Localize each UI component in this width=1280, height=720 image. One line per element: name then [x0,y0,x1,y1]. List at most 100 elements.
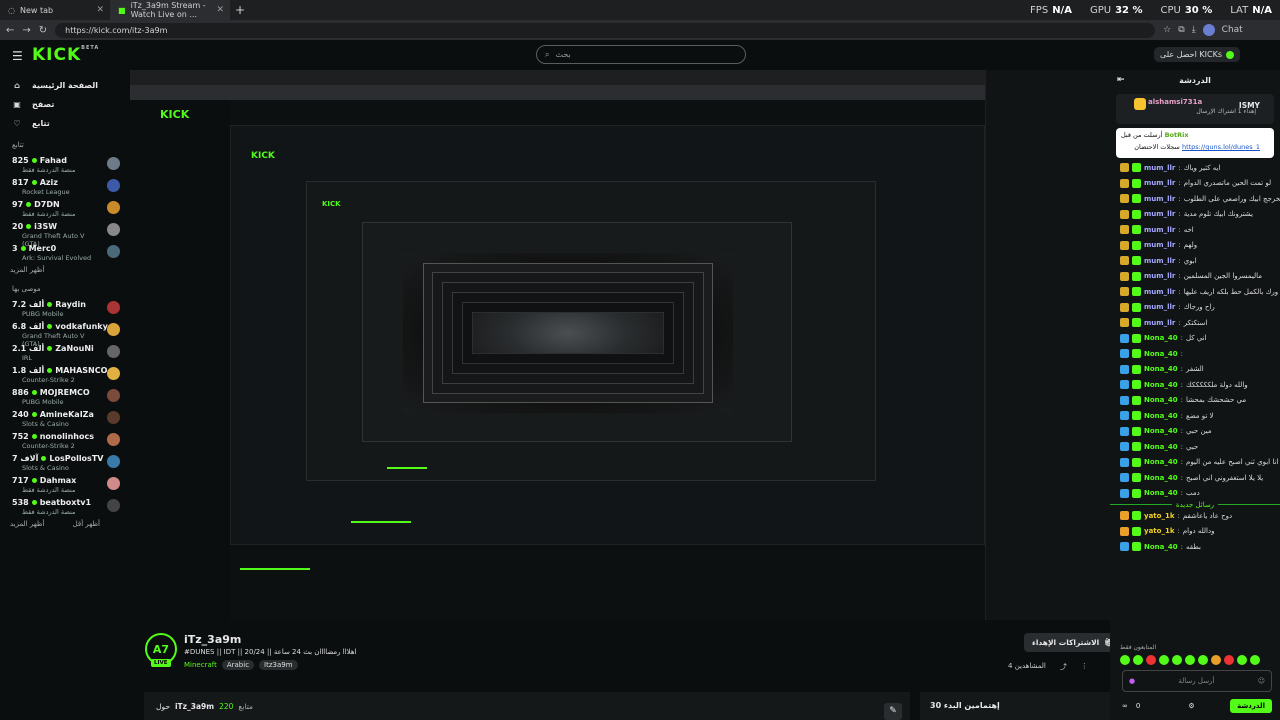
smiley-icon[interactable]: ☺ [1258,677,1265,685]
gift-subs-button[interactable]: الاشتراكات الإهداء🎁︎ [1024,633,1122,652]
emote-icon[interactable] [1224,655,1234,665]
streamer-name[interactable]: iTz_3a9m [184,633,241,646]
chat-username[interactable]: mum_llr [1144,195,1175,203]
close-icon[interactable]: ✕ [216,5,224,15]
more-icon[interactable]: ⋮ [1081,662,1088,672]
browser-tab-new[interactable]: ◌ New tab ✕ [0,0,110,20]
collapse-chat-icon[interactable]: ⇤ [1117,75,1125,85]
chat-input[interactable]: ● أرسل رسالة ☺ [1122,670,1272,692]
chat-username[interactable]: Nona_40 [1144,543,1178,551]
sidebar-channel[interactable]: 20 i3SW Grand Theft Auto V (GTA) [0,219,130,248]
back-icon[interactable]: ← [6,25,14,36]
chat-text: الشفر [1185,365,1204,374]
nav-browse[interactable]: ▣ تصفح [0,95,130,114]
emote-icon[interactable] [1146,655,1156,665]
sidebar-channel[interactable]: 817 Aziz Rocket League [0,175,130,197]
chat-username[interactable]: mum_llr [1144,257,1175,265]
chat-username[interactable]: mum_llr [1144,241,1175,249]
sidebar-channel[interactable]: 717 Dahmax منصة الدردشة فقط [0,473,130,495]
emote-icon[interactable] [1250,655,1260,665]
about-bar: حول iTz_3a9m 220 متابع [144,692,910,720]
menu-icon[interactable]: ☰ [12,49,23,63]
chat-username[interactable]: mum_llr [1144,303,1175,311]
chat-username[interactable]: Nona_40 [1144,443,1178,451]
gifter-name[interactable]: alshamsi731a [1148,98,1202,106]
sidebar-channel[interactable]: 240 AmineKaIZa Slots & Casino [0,407,130,429]
sidebar-channel[interactable]: 1.8 ألف MAHASNCO Counter-Strike 2 [0,363,130,385]
kick-logo[interactable]: KICKBETA [32,45,99,65]
chat-username[interactable]: mum_llr [1144,210,1175,218]
url-input[interactable]: https://kick.com/itz-3a9m [55,22,1156,38]
close-icon[interactable]: ✕ [96,5,104,15]
emote-icon[interactable] [1211,655,1221,665]
chat-username[interactable]: mum_llr [1144,272,1175,280]
pinned-link[interactable]: https://guns.lol/dunes_1 [1182,143,1260,151]
get-kicks-button[interactable]: احصل على KICKs [1154,47,1240,62]
sidebar-channel[interactable]: 538 beatboxtv1 منصة الدردشة فقط [0,495,130,517]
chat-username[interactable]: Nona_40 [1144,350,1178,358]
chat-username[interactable]: Nona_40 [1144,458,1178,466]
followers-only-label: المتابعون فقط [1120,644,1157,651]
category-link[interactable]: Minecraft [184,661,217,669]
reload-icon[interactable]: ↻ [39,25,47,36]
star-icon[interactable]: ☆ [1163,25,1171,35]
sidebar-channel[interactable]: 97 D7DN منصة الدردشة فقط [0,197,130,219]
tag-arabic[interactable]: Arabic [221,660,255,670]
chat-text: بطقه [1185,542,1201,551]
chat-username[interactable]: Nona_40 [1144,489,1178,497]
download-icon[interactable]: ⤓ [1192,25,1196,35]
chat-send-button[interactable]: الدردشة [1230,699,1272,713]
points-value: 0 [1135,702,1141,710]
emote-icon[interactable] [1237,655,1247,665]
browser-tab-stream[interactable]: ■ iTz_3a9m Stream - Watch Live on ... ✕ [110,0,230,20]
chat-message: Nona_40: مي حشحشك بمحشا [1110,393,1280,409]
chat-username[interactable]: mum_llr [1144,226,1175,234]
video-player[interactable]: KICK KICK KICK [130,70,1110,620]
show-more-recommended[interactable]: أظهر المزيد أظهر أقل [0,517,110,531]
share-icon[interactable]: ⤴ [1060,662,1067,672]
nav-following[interactable]: ♡ تتابع [0,114,130,133]
sidebar-channel[interactable]: 886 MOJREMCO PUBG Mobile [0,385,130,407]
chat-username[interactable]: mum_llr [1144,179,1175,187]
sidebar-channel[interactable]: 2.1 ألف ZaNouNi IRL [0,341,130,363]
show-more-following[interactable]: أظهر المزيد [0,263,110,277]
forward-icon[interactable]: → [22,25,30,36]
badge-icon [1120,178,1129,188]
chat-username[interactable]: mum_llr [1144,164,1175,172]
emote-icon[interactable] [1172,655,1182,665]
chat-username[interactable]: yato_1k [1144,512,1174,520]
emoji-picker-icon[interactable]: ● [1129,677,1135,685]
edit-icon[interactable]: ✎ [884,703,902,720]
new-tab-button[interactable]: + [230,3,250,17]
emote-icon[interactable] [1120,655,1130,665]
sidebar-channel[interactable]: 7.2 ألف Raydin PUBG Mobile [0,297,130,319]
nav-home[interactable]: ⌂ الصفحة الرئيسية [0,76,130,95]
points-icon[interactable]: ∞ [1122,702,1128,710]
chat-username[interactable]: Nona_40 [1144,474,1178,482]
emote-icon[interactable] [1198,655,1208,665]
sidebar-channel[interactable]: 7 آلاف LosPollosTV Slots & Casino [0,451,130,473]
settings-icon[interactable]: ⚙ [1188,702,1194,710]
chat-text: استكتكر [1183,318,1208,327]
chat-username[interactable]: Nona_40 [1144,427,1178,435]
search-input[interactable]: ⌕ بحث [536,45,746,64]
sidebar-channel[interactable]: 752 nonolinhocs Counter-Strike 2 [0,429,130,451]
emote-icon[interactable] [1133,655,1143,665]
chat-username[interactable]: Nona_40 [1144,381,1178,389]
chat-username[interactable]: Nona_40 [1144,365,1178,373]
chat-username[interactable]: Nona_40 [1144,334,1178,342]
chat-username[interactable]: yato_1k [1144,527,1174,535]
sub-badge-icon [1132,395,1141,405]
emote-icon[interactable] [1159,655,1169,665]
chat-username[interactable]: mum_llr [1144,288,1175,296]
sidebar-channel[interactable]: 6.8 ألف vodkafunky Grand Theft Auto V (GTA… [0,319,130,348]
profile-avatar[interactable] [1202,24,1215,36]
sidebar-channel[interactable]: 3 Merc0 Ark: Survival Evolved [0,241,130,263]
tag-itz3a9m[interactable]: Itz3a9m [259,660,298,670]
emote-icon[interactable] [1185,655,1195,665]
sidebar-channel[interactable]: 825 Fahad منصة الدردشة فقط [0,153,130,175]
chat-username[interactable]: mum_llr [1144,319,1175,327]
extensions-icon[interactable]: ⧉ [1178,25,1184,35]
chat-username[interactable]: Nona_40 [1144,396,1178,404]
chat-username[interactable]: Nona_40 [1144,412,1178,420]
